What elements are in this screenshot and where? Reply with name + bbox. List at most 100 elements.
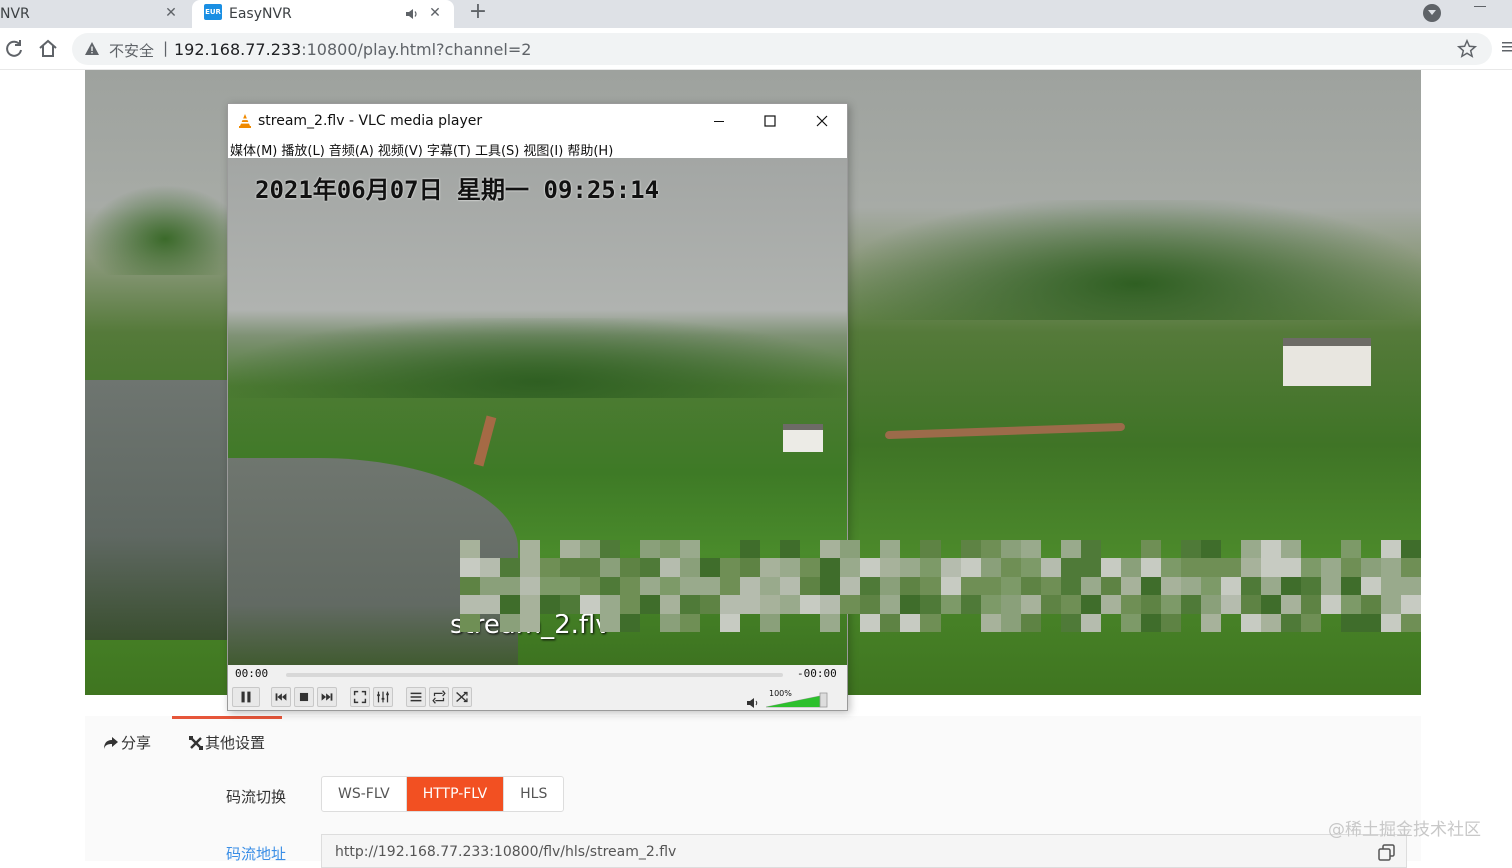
vlc-menu-subtitle[interactable]: 字幕(T) <box>425 138 473 159</box>
mask-pixel <box>760 540 780 558</box>
mask-pixel <box>1000 540 1021 559</box>
vlc-titlebar[interactable]: stream_2.flv - VLC media player <box>228 104 847 138</box>
mask-pixel <box>580 614 600 632</box>
close-icon[interactable]: ✕ <box>426 4 444 22</box>
vlc-menu-help[interactable]: 帮助(H) <box>565 138 615 159</box>
tab-search-icon[interactable] <box>1423 4 1441 22</box>
mask-pixel <box>820 576 841 596</box>
mask-pixel <box>1221 614 1241 632</box>
close-icon[interactable]: ✕ <box>162 4 180 22</box>
mask-pixel <box>800 540 820 558</box>
previous-icon[interactable] <box>271 687 291 707</box>
mask-pixel <box>460 595 481 614</box>
mask-pixel <box>540 540 560 558</box>
mask-pixel <box>1321 614 1341 632</box>
mask-pixel <box>1360 576 1381 596</box>
address-bar[interactable]: 不安全 | 192.168.77.233:10800/play.html?cha… <box>72 33 1492 65</box>
mask-pixel <box>640 558 661 577</box>
vlc-menu-playback[interactable]: 播放(L) <box>279 138 326 159</box>
url-text[interactable]: 192.168.77.233:10800/play.html?channel=2 <box>174 40 531 59</box>
mask-pixel <box>620 558 641 577</box>
stream-type-selector: WS-FLV HTTP-FLV HLS <box>321 776 565 812</box>
mask-pixel <box>1101 540 1121 558</box>
mask-pixel <box>600 558 621 577</box>
mask-pixel <box>740 558 761 577</box>
mask-pixel <box>1260 558 1281 577</box>
shuffle-icon[interactable] <box>452 687 472 707</box>
vlc-menu-audio[interactable]: 音频(A) <box>327 138 376 159</box>
stop-icon[interactable] <box>294 687 314 707</box>
mask-pixel <box>1260 595 1281 614</box>
mask-pixel <box>900 595 921 614</box>
reload-icon[interactable] <box>2 37 26 61</box>
tab-other-settings[interactable]: 其他设置 <box>189 732 265 753</box>
mask-pixel <box>1080 558 1101 577</box>
browser-tab-nvr[interactable]: NVR ✕ <box>0 0 190 28</box>
mask-pixel <box>480 540 500 558</box>
river-shape <box>85 380 230 640</box>
mask-pixel <box>800 614 820 632</box>
stream-address-field[interactable]: http://192.168.77.233:10800/flv/hls/stre… <box>321 834 1407 868</box>
mask-pixel <box>1040 595 1061 614</box>
mask-pixel <box>720 613 741 632</box>
copy-icon[interactable] <box>1377 843 1397 861</box>
mask-pixel <box>960 558 981 577</box>
next-icon[interactable] <box>317 687 337 707</box>
mask-pixel <box>1360 613 1381 632</box>
playlist-icon[interactable] <box>406 687 426 707</box>
mask-pixel <box>880 595 901 614</box>
mask-pixel <box>860 558 881 577</box>
stream-option-hls[interactable]: HLS <box>504 777 563 811</box>
volume-icon[interactable] <box>746 697 760 709</box>
vlc-menu-view[interactable]: 视图(I) <box>521 138 565 159</box>
mask-pixel <box>1160 558 1181 577</box>
mask-pixel <box>920 613 941 632</box>
mask-pixel <box>620 540 640 558</box>
mask-pixel <box>1380 558 1401 577</box>
mask-pixel <box>540 614 560 632</box>
mask-pixel <box>1160 595 1181 614</box>
window-minimize-icon[interactable] <box>1474 6 1486 7</box>
mask-pixel <box>660 613 681 632</box>
close-icon[interactable] <box>812 111 832 131</box>
mask-pixel <box>760 595 781 614</box>
mask-pixel <box>1161 540 1181 558</box>
mask-pixel <box>1060 595 1081 614</box>
extended-settings-icon[interactable] <box>373 687 393 707</box>
loop-icon[interactable] <box>429 687 449 707</box>
browser-menu-icon[interactable] <box>1500 40 1512 54</box>
new-tab-plus-icon[interactable]: + <box>466 1 490 25</box>
share-icon <box>104 736 118 749</box>
mask-pixel <box>1200 576 1221 596</box>
vlc-menu-media[interactable]: 媒体(M) <box>228 138 279 159</box>
stream-option-ws-flv[interactable]: WS-FLV <box>322 777 407 811</box>
vlc-seek-bar[interactable] <box>286 673 783 677</box>
mask-pixel <box>1020 613 1041 632</box>
fullscreen-icon[interactable] <box>350 687 370 707</box>
warning-icon[interactable] <box>84 41 100 57</box>
pause-icon[interactable] <box>232 687 260 707</box>
mask-pixel <box>1301 540 1321 558</box>
mask-pixel <box>1280 540 1301 559</box>
star-icon[interactable] <box>1456 38 1478 60</box>
mask-pixel <box>1120 595 1141 614</box>
stream-option-http-flv[interactable]: HTTP-FLV <box>406 777 505 811</box>
mask-pixel <box>1000 576 1021 596</box>
mask-pixel <box>900 558 921 577</box>
browser-tab-easynvr[interactable]: EUR EasyNVR ✕ <box>192 0 454 28</box>
mask-pixel <box>1180 576 1201 596</box>
vlc-menu-video[interactable]: 视频(V) <box>376 138 425 159</box>
mask-pixel <box>1140 558 1161 577</box>
minimize-icon[interactable] <box>709 111 729 131</box>
vlc-menu-tools[interactable]: 工具(S) <box>473 138 521 159</box>
mask-pixel <box>480 558 501 577</box>
mask-pixel <box>1040 576 1061 596</box>
maximize-icon[interactable] <box>760 111 780 131</box>
home-icon[interactable] <box>36 37 60 61</box>
security-label[interactable]: 不安全 <box>109 40 154 61</box>
speaker-icon[interactable] <box>404 6 420 22</box>
volume-slider[interactable] <box>766 690 830 708</box>
mask-pixel <box>660 540 681 559</box>
tab-share-label: 分享 <box>121 734 152 752</box>
tab-share[interactable]: 分享 <box>103 732 151 753</box>
